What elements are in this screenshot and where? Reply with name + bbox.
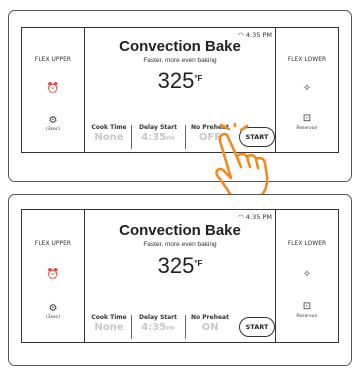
oven-display: FLEX UPPER ⏰ ⚙ (3sec) ◠ 4:35 PM Convecti…: [21, 209, 339, 343]
flex-upper-button[interactable]: FLEX UPPER: [22, 240, 84, 247]
settings-hold-hint: (3sec): [46, 127, 60, 132]
cook-time-option[interactable]: Cook Time None: [90, 314, 128, 333]
reservoir-label: Reservoir: [296, 126, 318, 131]
delay-start-value: 4:35PM: [134, 132, 182, 143]
left-column: FLEX UPPER ⏰ ⚙ (3sec): [22, 210, 85, 342]
temperature-readout[interactable]: 325°F: [84, 253, 276, 279]
delay-start-suffix: PM: [166, 136, 175, 142]
flex-lower-button[interactable]: FLEX LOWER: [276, 56, 338, 63]
reservoir-icon[interactable]: ⊡: [276, 114, 338, 124]
divider: [185, 125, 186, 149]
delay-start-suffix: PM: [166, 326, 175, 332]
delay-start-option[interactable]: Delay Start 4:35PM: [134, 124, 182, 143]
oven-panel-before: FLEX UPPER ⏰ ⚙ (3sec) ◠ 4:35 PM Convecti…: [8, 10, 352, 205]
mode-subtitle: Faster, more even baking: [143, 241, 217, 248]
delay-start-option[interactable]: Delay Start 4:35PM: [134, 314, 182, 333]
alarm-clock-icon[interactable]: ⏰: [22, 270, 84, 280]
cook-time-label: Cook Time: [91, 124, 127, 131]
temperature-unit: °F: [194, 259, 203, 268]
left-column: FLEX UPPER ⏰ ⚙ (3sec): [22, 28, 85, 152]
delay-start-time: 4:35: [141, 132, 167, 143]
wifi-icon: ◠: [238, 213, 244, 221]
divider: [185, 315, 186, 339]
divider: [131, 315, 132, 339]
delay-start-time: 4:35: [141, 322, 167, 333]
no-preheat-label: No Preheat: [191, 314, 229, 321]
flex-upper-button[interactable]: FLEX UPPER: [22, 56, 84, 63]
temperature-value: 325: [157, 68, 195, 93]
light-icon[interactable]: ✧: [276, 270, 338, 280]
delay-start-label: Delay Start: [138, 124, 178, 131]
cook-time-label: Cook Time: [91, 314, 127, 321]
flex-lower-button[interactable]: FLEX LOWER: [276, 240, 338, 247]
clock-time: 4:35 PM: [245, 213, 272, 221]
cook-time-option[interactable]: Cook Time None: [90, 124, 128, 143]
delay-start-value: 4:35PM: [134, 322, 182, 333]
reservoir-icon[interactable]: ⊡: [276, 302, 338, 312]
status-bar: ◠ 4:35 PM: [238, 213, 272, 221]
temperature-value: 325: [157, 253, 195, 278]
right-column: FLEX LOWER ✧ ⊡ Reservoir: [275, 210, 338, 342]
settings-hold-hint: (3sec): [46, 315, 60, 320]
start-button[interactable]: START: [239, 317, 275, 337]
delay-start-label: Delay Start: [138, 314, 178, 321]
light-icon[interactable]: ✧: [276, 84, 338, 94]
right-column: FLEX LOWER ✧ ⊡ Reservoir: [275, 28, 338, 152]
mode-title: Convection Bake: [119, 222, 241, 239]
mode-title: Convection Bake: [119, 38, 241, 55]
temperature-readout[interactable]: 325°F: [84, 68, 276, 94]
center-area: ◠ 4:35 PM Convection Bake Faster, more e…: [84, 210, 276, 342]
cook-time-value: None: [94, 322, 124, 333]
gear-icon[interactable]: ⚙: [22, 304, 84, 314]
gear-icon[interactable]: ⚙: [22, 116, 84, 126]
reservoir-label: Reservoir: [296, 314, 318, 319]
divider: [131, 125, 132, 149]
no-preheat-value: ON: [201, 322, 219, 333]
oven-display: FLEX UPPER ⏰ ⚙ (3sec) ◠ 4:35 PM Convecti…: [21, 27, 339, 153]
temperature-unit: °F: [194, 74, 203, 83]
cook-time-value: None: [94, 132, 124, 143]
oven-panel-after: FLEX UPPER ⏰ ⚙ (3sec) ◠ 4:35 PM Convecti…: [8, 194, 352, 366]
alarm-clock-icon[interactable]: ⏰: [22, 84, 84, 94]
mode-subtitle: Faster, more even baking: [143, 57, 217, 64]
no-preheat-option[interactable]: No Preheat ON: [188, 314, 232, 333]
